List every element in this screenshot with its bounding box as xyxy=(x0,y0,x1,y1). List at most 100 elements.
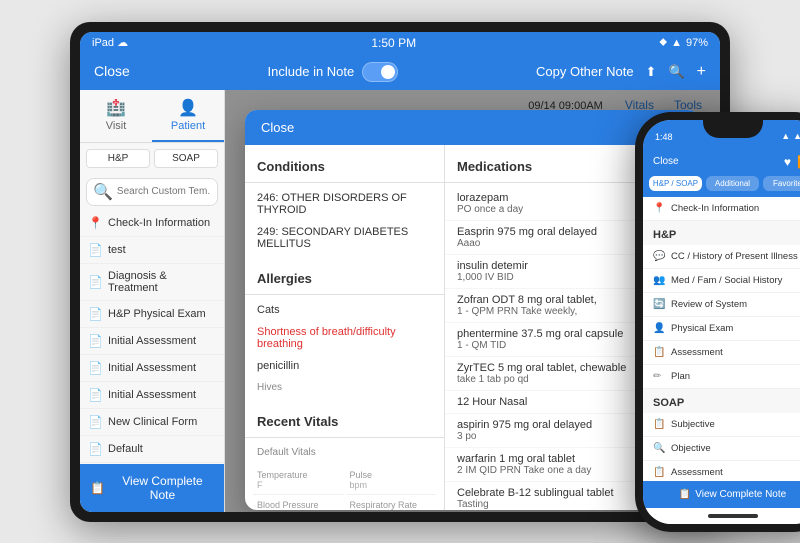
clipboard-icon-2: 📋 xyxy=(653,467,665,478)
vitals-grid: Temperature F Pulse bpm Blood Pressure xyxy=(245,463,444,510)
iphone-tabs: H&P / SOAP Additional Favorites xyxy=(643,176,800,197)
ipad-navbar-left[interactable]: Close xyxy=(94,63,130,81)
iphone-view-note-label: View Complete Note xyxy=(695,489,786,500)
iphone-hap-header: H&P xyxy=(643,221,800,245)
vital-temperature: Temperature F xyxy=(253,467,344,495)
iphone-close-button[interactable]: Close xyxy=(653,156,679,167)
vital-rr: Respiratory Rate rpm xyxy=(346,497,437,510)
med-9-name: warfarin 1 mg oral tablet xyxy=(457,453,575,465)
view-complete-note-button[interactable]: 📋 View Complete Note xyxy=(80,464,224,512)
sidebar-search-box[interactable]: 🔍 xyxy=(86,178,218,206)
doc-icon-8: 📄 xyxy=(88,442,102,456)
iphone-medfam-item[interactable]: 👥 Med / Fam / Social History xyxy=(643,269,800,293)
bluetooth-icon: ⬥ xyxy=(659,36,667,49)
iphone-subjective-item[interactable]: 📋 Subjective xyxy=(643,413,800,437)
sidebar-tab-patient[interactable]: 👤 Patient xyxy=(152,90,224,142)
sidebar: 🏥 Visit 👤 Patient H&P SOAP 🔍 xyxy=(80,90,225,512)
ipad-status-right: ⬥ ▲ 97% xyxy=(659,36,708,49)
iphone-cc-item[interactable]: 💬 CC / History of Present Illness xyxy=(643,245,800,269)
chat-icon: 💬 xyxy=(653,251,665,262)
iphone-assessment-item-hap[interactable]: 📋 Assessment xyxy=(643,341,800,365)
doc-icon-2: 📄 xyxy=(88,275,102,289)
sidebar-item-initial-3[interactable]: 📄 Initial Assessment xyxy=(80,382,224,409)
med-6-name: ZyrTEC 5 mg oral tablet, chewable xyxy=(457,362,626,374)
med-10-name: Celebrate B-12 sublingual tablet xyxy=(457,487,614,499)
sidebar-item-initial-1[interactable]: 📄 Initial Assessment xyxy=(80,328,224,355)
view-note-label: View Complete Note xyxy=(111,474,214,502)
include-in-note-label: Include in Note xyxy=(268,64,355,79)
iphone-tab-hap-soap[interactable]: H&P / SOAP xyxy=(649,176,702,191)
modal-close-button[interactable]: Close xyxy=(261,120,294,135)
doc-icon-5: 📄 xyxy=(88,361,102,375)
doc-icon-4: 📄 xyxy=(88,334,102,348)
doc-icon-1: 📄 xyxy=(88,243,102,257)
iphone-subjective-label: Subjective xyxy=(671,419,715,430)
sidebar-item-test[interactable]: 📄 test xyxy=(80,237,224,264)
vital-pulse-label: Pulse xyxy=(350,470,433,480)
iphone-navbar-icons: ♥ 📶 xyxy=(784,155,800,169)
iphone-status-right: ▲ ▲ ▮ xyxy=(781,131,800,142)
iphone-view-note-button[interactable]: 📋 View Complete Note xyxy=(643,481,800,508)
iphone-notch-bar: 1:48 ▲ ▲ ▮ xyxy=(643,120,800,148)
add-icon[interactable]: + xyxy=(697,63,706,81)
sidebar-item-checkin[interactable]: 📍 Check-In Information xyxy=(80,210,224,237)
sidebar-item-diagnosis[interactable]: 📄 Diagnosis & Treatment xyxy=(80,264,224,301)
conditions-divider xyxy=(245,182,444,183)
share-icon[interactable]: ⬆ xyxy=(646,64,657,80)
patient-icon: 👤 xyxy=(178,98,198,118)
modal-body: Conditions 246: OTHER DISORDERS OF THYRO… xyxy=(245,145,700,510)
iphone-navbar: Close ♥ 📶 xyxy=(643,148,800,176)
clipboard-icon-1: 📋 xyxy=(653,347,665,358)
allergy-cats-reaction: Shortness of breath/difficulty breathing xyxy=(245,321,444,355)
copy-other-note-label[interactable]: Copy Other Note xyxy=(536,64,634,79)
search-icon[interactable]: 🔍 xyxy=(668,64,684,80)
med-2-name: Easprin 975 mg oral delayed xyxy=(457,226,597,238)
sidebar-item-label: Initial Assessment xyxy=(108,362,196,374)
iphone-physical-item[interactable]: 👤 Physical Exam xyxy=(643,317,800,341)
iphone-notch xyxy=(703,120,763,138)
iphone-objective-item[interactable]: 🔍 Objective xyxy=(643,437,800,461)
iphone-checkin-item[interactable]: 📍 Check-In Information xyxy=(643,197,800,221)
sidebar-item-initial-2[interactable]: 📄 Initial Assessment xyxy=(80,355,224,382)
wifi-icon-iphone: ▲ xyxy=(793,131,800,142)
sidebar-tab-visit[interactable]: 🏥 Visit xyxy=(80,90,152,142)
sidebar-item-new-clinical-1[interactable]: 📄 New Clinical Form xyxy=(80,409,224,436)
sidebar-tab-hap[interactable]: H&P xyxy=(86,149,150,168)
person-icon: 👤 xyxy=(653,323,665,334)
condition-item-2: 249: SECONDARY DIABETES MELLITUS xyxy=(245,221,444,255)
iphone-assessment-item-soap[interactable]: 📋 Assessment xyxy=(643,461,800,481)
iphone-plan-item-hap[interactable]: ✏ Plan xyxy=(643,365,800,389)
search-input[interactable] xyxy=(117,186,211,197)
iphone-tab-additional[interactable]: Additional xyxy=(706,176,759,191)
modal-left-panel: Conditions 246: OTHER DISORDERS OF THYRO… xyxy=(245,145,445,510)
pin-icon: 📍 xyxy=(88,216,102,230)
sidebar-item-label: Initial Assessment xyxy=(108,389,196,401)
ipad-status-left: iPad ☁ xyxy=(92,36,128,49)
ipad-content: 🏥 Visit 👤 Patient H&P SOAP 🔍 xyxy=(80,90,720,512)
iphone-plan-label-hap: Plan xyxy=(671,371,690,382)
allergy-penicillin-reaction: Hives xyxy=(245,377,444,398)
ipad-navbar-right: Copy Other Note ⬆ 🔍 + xyxy=(536,63,706,81)
sidebar-item-label: Initial Assessment xyxy=(108,335,196,347)
iphone-screen: 1:48 ▲ ▲ ▮ Close ♥ 📶 H&P / SOAP Addition… xyxy=(643,120,800,524)
iphone-assessment-label-soap: Assessment xyxy=(671,467,723,478)
sidebar-item-hap-physical[interactable]: 📄 H&P Physical Exam xyxy=(80,301,224,328)
sidebar-tab-soap[interactable]: SOAP xyxy=(154,149,218,168)
allergies-divider xyxy=(245,294,444,295)
modal-header: Close xyxy=(245,110,700,145)
doc-icon-7: 📄 xyxy=(88,415,102,429)
iphone-tab-favorites[interactable]: Favorites xyxy=(763,176,800,191)
include-in-note-toggle[interactable] xyxy=(362,62,398,82)
battery-text: 97% xyxy=(686,37,708,49)
sidebar-item-label: Check-In Information xyxy=(108,217,210,229)
note-icon: 📋 xyxy=(90,481,105,495)
condition-item-1: 246: OTHER DISORDERS OF THYROID xyxy=(245,187,444,221)
ipad-screen: iPad ☁ 1:50 PM ⬥ ▲ 97% Close Include in … xyxy=(80,32,720,512)
iphone-ros-item[interactable]: 🔄 Review of System xyxy=(643,293,800,317)
ipad-close-button[interactable]: Close xyxy=(94,63,130,79)
default-vitals-header: Default Vitals xyxy=(245,442,444,463)
sidebar-item-default[interactable]: 📄 Default xyxy=(80,436,224,463)
iphone-assessment-label-hap: Assessment xyxy=(671,347,723,358)
iphone-time: 1:48 xyxy=(655,132,673,142)
med-4-name: Zofran ODT 8 mg oral tablet, xyxy=(457,294,597,306)
